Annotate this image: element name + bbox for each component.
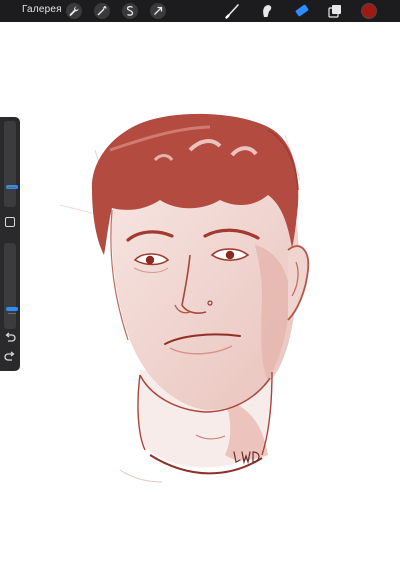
- brush-icon[interactable]: [224, 2, 242, 20]
- redo-icon[interactable]: [3, 350, 17, 364]
- magic-wand-icon[interactable]: [94, 3, 110, 19]
- slider-tick: [8, 187, 16, 188]
- transform-arrow-icon[interactable]: [150, 3, 166, 19]
- color-swatch[interactable]: [361, 3, 377, 19]
- opacity-slider[interactable]: [4, 243, 18, 329]
- top-toolbar: Галерея: [0, 0, 400, 22]
- eraser-icon[interactable]: [292, 2, 310, 20]
- smudge-icon[interactable]: [258, 2, 276, 20]
- undo-icon[interactable]: [3, 331, 17, 345]
- gallery-button[interactable]: Галерея: [22, 4, 62, 15]
- slider-tick: [8, 313, 16, 314]
- selection-icon[interactable]: [122, 3, 138, 19]
- brush-size-slider[interactable]: [4, 121, 18, 207]
- left-sidebar: [0, 117, 20, 371]
- drawing-canvas[interactable]: [0, 22, 400, 576]
- opacity-knob[interactable]: [6, 307, 18, 311]
- wrench-icon[interactable]: [66, 3, 82, 19]
- layers-icon[interactable]: [326, 2, 344, 20]
- sketch-portrait: [59, 113, 310, 483]
- modify-square-icon[interactable]: [5, 217, 15, 227]
